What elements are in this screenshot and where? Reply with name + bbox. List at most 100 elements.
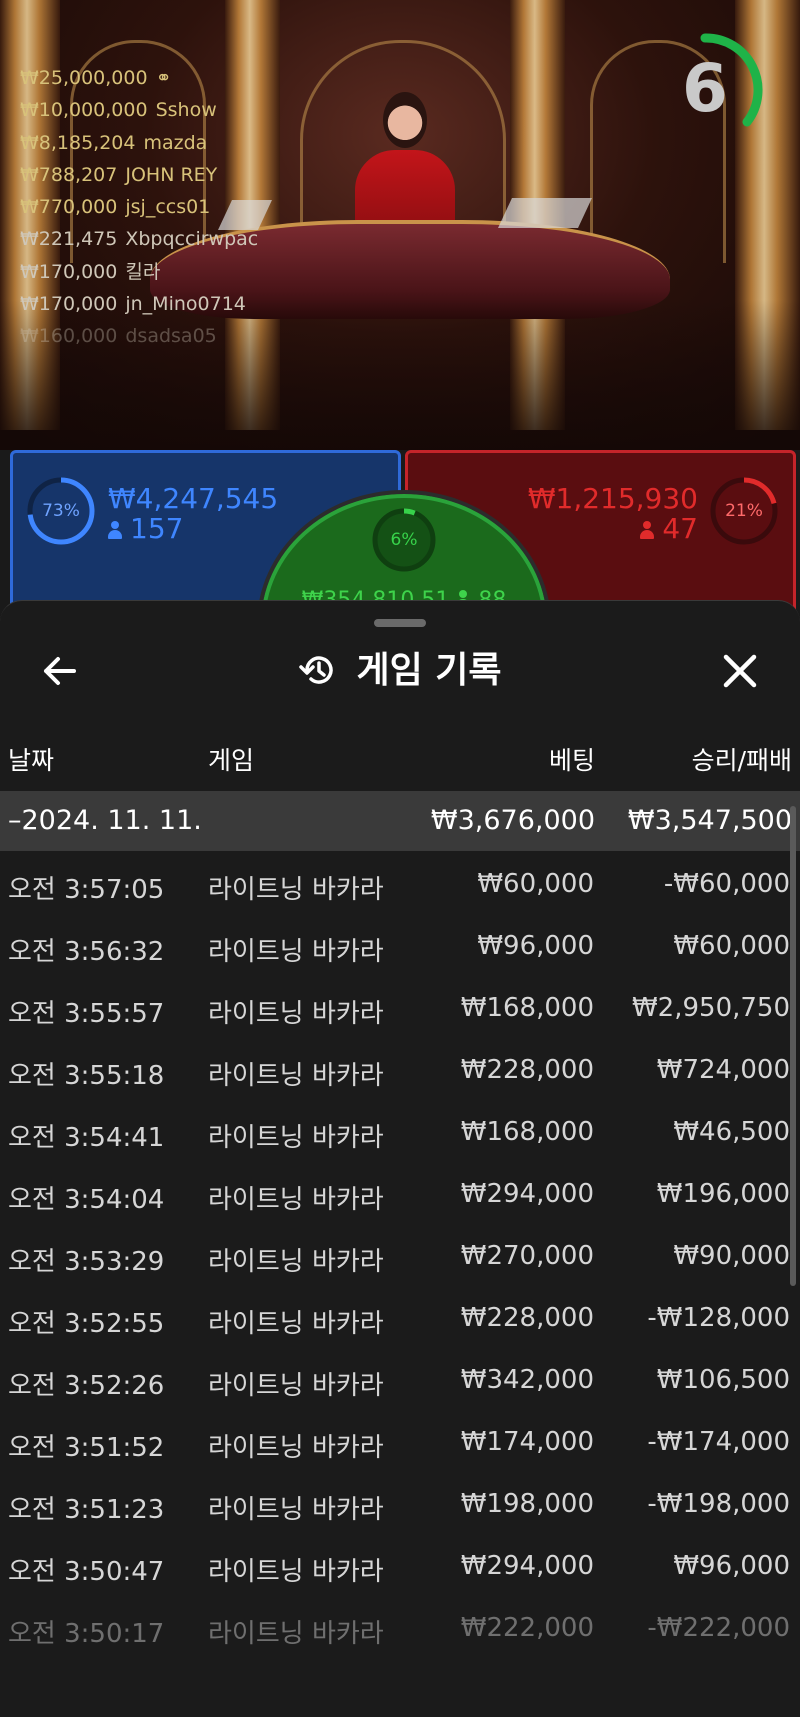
row-game: 라이트닝 바카라: [208, 1619, 384, 1649]
history-rows: 오전 3:57:05 라이트닝 바카라 ₩60,000 -₩60,000 오전 3:56…: [0, 851, 790, 1657]
winner-item: ₩770,000 jsj_ccs01: [20, 196, 211, 219]
row-time: 오전 3:57:05: [8, 875, 165, 905]
winner-item: ₩10,000,000 Sshow: [20, 99, 217, 122]
history-row[interactable]: 오전 3:51:52 라이트닝 바카라 ₩174,000 -₩174,000: [0, 1409, 790, 1471]
row-time: 오전 3:51:23: [8, 1495, 165, 1525]
history-row[interactable]: 오전 3:50:17 라이트닝 바카라 ₩222,000 -₩222,000: [0, 1595, 790, 1657]
history-row[interactable]: 오전 3:57:05 라이트닝 바카라 ₩60,000 -₩60,000: [0, 851, 790, 913]
row-time: 오전 3:54:41: [8, 1123, 165, 1153]
row-game: 라이트닝 바카라: [208, 1123, 384, 1153]
row-bet: ₩96,000: [477, 931, 594, 961]
row-bet: ₩198,000: [460, 1489, 594, 1519]
winner-item: ₩8,185,204 mazda: [20, 131, 208, 154]
winner-item: ₩170,000 킬라: [20, 260, 161, 283]
winner-item: ₩788,207 JOHN REY: [20, 163, 218, 186]
row-bet: ₩60,000: [477, 869, 594, 899]
arrow-left-icon: [44, 657, 76, 685]
row-game: 라이트닝 바카라: [208, 937, 384, 967]
row-game: 라이트닝 바카라: [208, 1433, 384, 1463]
sheet-title: 게임 기록: [0, 631, 800, 717]
close-icon: [723, 654, 757, 688]
history-row[interactable]: 오전 3:55:57 라이트닝 바카라 ₩168,000 ₩2,950,750: [0, 975, 790, 1037]
winner-item: ₩170,000 jn_Mino0714: [20, 293, 246, 316]
tie-percent-ring: 6%: [370, 506, 438, 574]
person-icon: [108, 521, 122, 539]
winner-item: ₩25,000,000 ⚭: [20, 67, 172, 89]
row-result: -₩60,000: [663, 869, 790, 899]
row-time: 오전 3:52:55: [8, 1309, 165, 1339]
column-bet[interactable]: 베팅: [549, 741, 595, 777]
live-video: ₩25,000,000 ⚭ ₩10,000,000 Sshow ₩8,185,204…: [0, 0, 800, 450]
row-bet: ₩168,000: [460, 1117, 594, 1147]
row-time: 오전 3:51:52: [8, 1433, 165, 1463]
bet-distribution: 73% ₩4,247,545 157 ₩1,215,930 47 21% 6% …: [0, 450, 800, 758]
row-game: 라이트닝 바카라: [208, 875, 384, 905]
row-time: 오전 3:55:57: [8, 999, 165, 1029]
history-column-headers: 날짜 게임 베팅 승리/패배: [0, 731, 800, 781]
row-bet: ₩270,000: [460, 1241, 594, 1271]
row-result: ₩60,000: [673, 931, 790, 961]
row-result: ₩106,500: [656, 1365, 790, 1395]
person-icon: [640, 521, 655, 539]
winner-item: ₩160,000 dsadsa05: [20, 325, 217, 348]
banker-percent-ring: 21%: [708, 475, 780, 547]
history-row[interactable]: 오전 3:56:32 라이트닝 바카라 ₩96,000 ₩60,000: [0, 913, 790, 975]
card-shoe: [498, 198, 592, 228]
row-time: 오전 3:50:47: [8, 1557, 165, 1587]
summary-bet: ₩3,676,000: [430, 805, 595, 836]
summary-date: –2024. 11. 11.: [8, 805, 202, 836]
column-date[interactable]: 날짜: [8, 741, 54, 777]
summary-win-loss: ₩3,547,500: [627, 805, 792, 836]
game-history-sheet: 게임 기록 날짜 게임 베팅 승리/패배 –2024. 11. 11. ₩3,6…: [0, 600, 800, 1717]
row-time: 오전 3:54:04: [8, 1185, 165, 1215]
row-bet: ₩294,000: [460, 1179, 594, 1209]
winner-item: ₩221,475 Xbpqccirwpac: [20, 228, 259, 251]
row-time: 오전 3:50:17: [8, 1619, 165, 1649]
row-game: 라이트닝 바카라: [208, 1309, 384, 1339]
row-bet: ₩342,000: [460, 1365, 594, 1395]
row-result: ₩2,950,750: [631, 993, 790, 1023]
countdown-timer: 6: [655, 30, 775, 150]
sheet-drag-handle[interactable]: [374, 619, 426, 627]
player-bettor-count: 157: [108, 515, 183, 543]
row-result: -₩174,000: [647, 1427, 790, 1457]
row-time: 오전 3:56:32: [8, 937, 165, 967]
banker-bettor-count: 47: [640, 515, 698, 543]
history-row[interactable]: 오전 3:51:23 라이트닝 바카라 ₩198,000 -₩198,000: [0, 1471, 790, 1533]
player-percent-ring: 73%: [25, 475, 97, 547]
row-result: -₩222,000: [647, 1613, 790, 1643]
row-bet: ₩294,000: [460, 1551, 594, 1581]
row-game: 라이트닝 바카라: [208, 999, 384, 1029]
date-summary-row[interactable]: –2024. 11. 11. ₩3,676,000 ₩3,547,500: [0, 791, 800, 851]
history-row[interactable]: 오전 3:50:47 라이트닝 바카라 ₩294,000 ₩96,000: [0, 1533, 790, 1595]
row-bet: ₩228,000: [460, 1055, 594, 1085]
history-icon: [299, 656, 334, 684]
row-bet: ₩222,000: [460, 1613, 594, 1643]
row-bet: ₩174,000: [460, 1427, 594, 1457]
row-game: 라이트닝 바카라: [208, 1185, 384, 1215]
close-button[interactable]: [718, 649, 762, 693]
sheet-header: 게임 기록: [0, 631, 800, 711]
column-win-loss[interactable]: 승리/패배: [692, 741, 792, 777]
player-bet-amount: ₩4,247,545: [108, 482, 279, 515]
row-result: ₩196,000: [656, 1179, 790, 1209]
banker-bet-amount: ₩1,215,930: [527, 482, 698, 515]
column-game[interactable]: 게임: [208, 741, 254, 777]
row-result: ₩46,500: [673, 1117, 790, 1147]
scrollbar[interactable]: [790, 806, 796, 1286]
history-row[interactable]: 오전 3:53:29 라이트닝 바카라 ₩270,000 ₩90,000: [0, 1223, 790, 1285]
history-row[interactable]: 오전 3:52:26 라이트닝 바카라 ₩342,000 ₩106,500: [0, 1347, 790, 1409]
back-button[interactable]: [38, 649, 82, 693]
row-result: -₩128,000: [647, 1303, 790, 1333]
row-time: 오전 3:55:18: [8, 1061, 165, 1091]
history-row[interactable]: 오전 3:54:41 라이트닝 바카라 ₩168,000 ₩46,500: [0, 1099, 790, 1161]
history-row[interactable]: 오전 3:55:18 라이트닝 바카라 ₩228,000 ₩724,000: [0, 1037, 790, 1099]
history-row[interactable]: 오전 3:52:55 라이트닝 바카라 ₩228,000 -₩128,000: [0, 1285, 790, 1347]
row-result: ₩724,000: [656, 1055, 790, 1085]
row-bet: ₩228,000: [460, 1303, 594, 1333]
history-row[interactable]: 오전 3:54:04 라이트닝 바카라 ₩294,000 ₩196,000: [0, 1161, 790, 1223]
row-game: 라이트닝 바카라: [208, 1495, 384, 1525]
row-bet: ₩168,000: [460, 993, 594, 1023]
row-result: ₩90,000: [673, 1241, 790, 1271]
row-result: ₩96,000: [673, 1551, 790, 1581]
